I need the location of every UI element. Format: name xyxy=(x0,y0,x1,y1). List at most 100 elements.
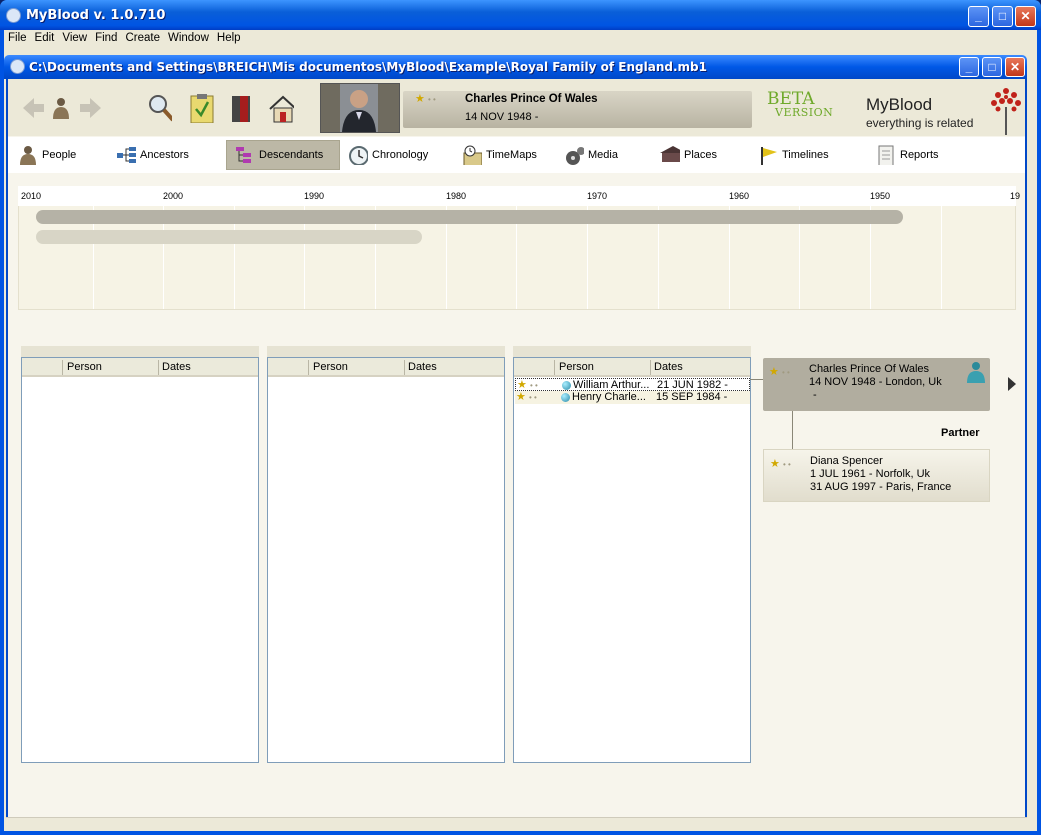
tab-people[interactable]: People xyxy=(10,140,102,170)
tab-descendants-label: Descendants xyxy=(259,149,324,161)
column-header-dates[interactable]: Dates xyxy=(408,361,437,373)
list-header: Person Dates xyxy=(514,358,750,377)
tab-chronology[interactable]: Chronology xyxy=(340,140,452,170)
person-home-icon[interactable] xyxy=(50,95,76,125)
current-person-name: Charles Prince Of Wales xyxy=(465,93,598,105)
menu-help[interactable]: Help xyxy=(213,30,245,44)
tab-ancestors-label: Ancestors xyxy=(140,149,189,161)
column-separator xyxy=(62,360,63,375)
star-icon: ★ xyxy=(770,458,780,470)
tab-ancestors[interactable]: Ancestors xyxy=(108,140,218,170)
tab-places-label: Places xyxy=(684,149,718,161)
descendants-list-panel-2[interactable]: Person Dates xyxy=(267,357,505,763)
menu-create[interactable]: Create xyxy=(121,30,164,44)
clock-icon xyxy=(349,146,368,165)
timeline-bar-descendant[interactable] xyxy=(36,230,422,244)
partner-death: 31 AUG 1997 - Paris, France xyxy=(810,481,952,493)
tab-reports[interactable]: Reports xyxy=(868,140,958,170)
tab-timelines-label: Timelines xyxy=(782,149,829,161)
doc-close-button[interactable]: ✕ xyxy=(1005,57,1025,77)
navigate-right-arrow-icon[interactable] xyxy=(1008,377,1016,391)
column-separator xyxy=(650,360,651,375)
house-icon xyxy=(660,146,680,162)
panel-header-strip xyxy=(267,346,505,357)
person-dates: 21 JUN 1982 - xyxy=(657,379,728,391)
timeline-bar-charles[interactable] xyxy=(36,210,903,224)
column-header-dates[interactable]: Dates xyxy=(162,361,191,373)
list-item[interactable]: ★ • • Henry Charle... 15 SEP 1984 - xyxy=(515,391,750,404)
partner-name: Diana Spencer xyxy=(810,455,883,467)
menu-file[interactable]: File xyxy=(4,30,31,44)
partner-label: Partner xyxy=(941,427,980,439)
tab-media-label: Media xyxy=(588,149,618,161)
bookmark-dropdown-icon[interactable] xyxy=(230,94,256,124)
status-bar xyxy=(6,817,1027,831)
doc-maximize-button[interactable]: □ xyxy=(982,57,1002,77)
tab-descendants[interactable]: Descendants xyxy=(226,140,340,170)
menu-view[interactable]: View xyxy=(58,30,91,44)
tree-logo-icon xyxy=(991,88,1021,135)
list-item[interactable]: ★ • • William Arthur... 21 JUN 1982 - xyxy=(515,378,750,391)
descendants-list-panel-1[interactable]: Person Dates xyxy=(21,357,259,763)
document-icon xyxy=(10,59,25,74)
person-name: Henry Charle... xyxy=(572,391,646,403)
tab-timemaps[interactable]: TimeMaps xyxy=(454,140,554,170)
search-icon[interactable] xyxy=(146,93,172,123)
menu-find[interactable]: Find xyxy=(91,30,121,44)
menu-window[interactable]: Window xyxy=(164,30,213,44)
partner-connector-line xyxy=(792,411,793,449)
menu-edit[interactable]: Edit xyxy=(31,30,59,44)
brand-name: MyBlood xyxy=(866,95,933,114)
document-title-bar[interactable]: C:\Documents and Settings\BREICH\Mis doc… xyxy=(4,55,1027,79)
house-dropdown-icon[interactable] xyxy=(268,94,294,124)
document-title: C:\Documents and Settings\BREICH\Mis doc… xyxy=(29,60,707,74)
partner-card[interactable]: ★ • • Diana Spencer 1 JUL 1961 - Norfolk… xyxy=(763,449,990,502)
close-button[interactable]: ✕ xyxy=(1015,6,1036,27)
window-title: MyBlood v. 1.0.710 xyxy=(26,8,166,23)
focus-person-card[interactable]: ★ • • Charles Prince Of Wales 14 NOV 194… xyxy=(763,358,990,411)
ancestors-tree-icon xyxy=(117,147,136,163)
focus-person-name: Charles Prince Of Wales xyxy=(809,363,930,375)
tab-timemaps-label: TimeMaps xyxy=(486,149,537,161)
partner-birth: 1 JUL 1961 - Norfolk, Uk xyxy=(810,468,931,480)
timeline-year-label: 1960 xyxy=(729,191,750,201)
film-reel-icon xyxy=(566,147,584,165)
tab-timelines[interactable]: Timelines xyxy=(750,140,848,170)
column-header-dates[interactable]: Dates xyxy=(654,361,683,373)
timeline-year-label: 1970 xyxy=(587,191,608,201)
person-globe-icon xyxy=(562,381,571,390)
checklist-icon[interactable] xyxy=(189,93,215,123)
tab-media[interactable]: Media xyxy=(556,140,646,170)
column-header-person[interactable]: Person xyxy=(67,361,102,373)
list-header: Person Dates xyxy=(22,358,258,377)
person-icon xyxy=(20,146,36,165)
timeline-year-label: 2000 xyxy=(163,191,184,201)
maximize-button[interactable]: □ xyxy=(992,6,1013,27)
doc-minimize-button[interactable]: _ xyxy=(959,57,979,77)
rating-stars: ★ • • xyxy=(415,93,436,105)
current-person-panel[interactable]: ★ • • Charles Prince Of Wales 14 NOV 194… xyxy=(403,91,752,128)
focus-person-death: - xyxy=(813,389,817,401)
title-bar[interactable]: MyBlood v. 1.0.710 _ □ ✕ xyxy=(0,0,1041,30)
timemap-icon xyxy=(463,145,482,165)
descendants-list-panel-3[interactable]: Person Dates ★ • • William Arthur... 21 … xyxy=(513,357,751,763)
minimize-button[interactable]: _ xyxy=(968,6,989,27)
column-separator xyxy=(308,360,309,375)
tab-reports-label: Reports xyxy=(900,149,939,161)
document-icon xyxy=(878,145,894,165)
person-gender-icon xyxy=(967,362,985,383)
panel-header-strip xyxy=(513,346,751,357)
column-header-person[interactable]: Person xyxy=(559,361,594,373)
beta-version-logo: BETA VERSION xyxy=(767,91,833,120)
list-header: Person Dates xyxy=(268,358,504,377)
tab-people-label: People xyxy=(42,149,77,161)
column-header-person[interactable]: Person xyxy=(313,361,348,373)
app-icon[interactable] xyxy=(6,8,21,23)
menu-bar: File Edit View Find Create Window Help xyxy=(4,30,1037,49)
person-name: William Arthur... xyxy=(573,379,650,391)
forward-arrow-icon[interactable] xyxy=(78,95,104,125)
tab-places[interactable]: Places xyxy=(652,140,742,170)
focus-person-birth: 14 NOV 1948 - London, Uk xyxy=(809,376,942,388)
back-arrow-icon[interactable] xyxy=(20,95,46,125)
connector-line xyxy=(750,379,763,380)
